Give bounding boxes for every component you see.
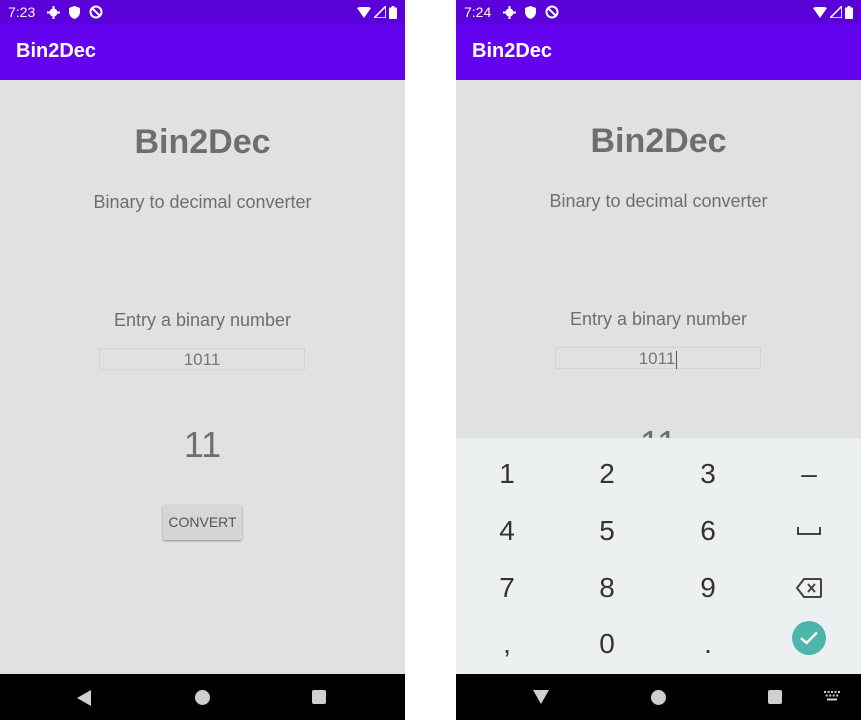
- binary-input-value: 1011: [183, 350, 221, 369]
- app-bar-title: Bin2Dec: [472, 40, 553, 62]
- status-time: 7:24: [464, 4, 492, 20]
- key-comma[interactable]: ,: [457, 616, 557, 672]
- battery-icon: [389, 5, 397, 19]
- settings-icon: [503, 5, 517, 19]
- backspace-icon: [796, 578, 822, 598]
- key-5[interactable]: 5: [557, 503, 657, 559]
- status-time: 7:23: [8, 4, 36, 20]
- key-3[interactable]: 3: [658, 446, 758, 502]
- key-2[interactable]: 2: [557, 446, 657, 502]
- vpn-icon: [545, 5, 559, 19]
- binary-input[interactable]: 1011: [555, 347, 761, 369]
- app-bar: Bin2Dec: [0, 24, 405, 80]
- key-period[interactable]: .: [658, 616, 758, 672]
- binary-input-value: 1011: [638, 349, 676, 368]
- key-0[interactable]: 0: [557, 616, 657, 672]
- status-bar: 7:23: [0, 0, 405, 24]
- key-backspace[interactable]: [759, 560, 859, 616]
- status-bar: 7:24: [456, 0, 861, 24]
- navigation-bar: [456, 674, 861, 720]
- home-icon[interactable]: [195, 690, 210, 705]
- key-7[interactable]: 7: [457, 560, 557, 616]
- input-prompt: Entry a binary number: [569, 309, 748, 329]
- shield-icon: [69, 5, 81, 19]
- signal-icon: [830, 6, 842, 18]
- space-icon: [797, 527, 821, 535]
- key-1[interactable]: 1: [457, 446, 557, 502]
- keyboard-switch-icon[interactable]: [824, 691, 840, 701]
- recents-icon[interactable]: [768, 690, 782, 704]
- shield-icon: [525, 5, 537, 19]
- numeric-keyboard: 1 2 3 – 4 5 6 7 8 9 , 0 .: [456, 438, 861, 674]
- battery-icon: [845, 5, 853, 19]
- settings-icon: [47, 5, 61, 19]
- app-bar: Bin2Dec: [456, 24, 861, 80]
- key-8[interactable]: 8: [557, 560, 657, 616]
- recents-icon[interactable]: [312, 690, 326, 704]
- wifi-icon: [357, 6, 371, 18]
- decimal-result: 11: [183, 424, 222, 465]
- key-done[interactable]: [759, 610, 859, 666]
- key-6[interactable]: 6: [658, 503, 758, 559]
- input-prompt: Entry a binary number: [113, 310, 292, 330]
- convert-button[interactable]: CONVERT: [163, 505, 242, 540]
- wifi-icon: [813, 6, 827, 18]
- navigation-bar: [0, 674, 405, 720]
- check-icon: [800, 631, 818, 645]
- app-bar-title: Bin2Dec: [16, 40, 97, 62]
- home-icon[interactable]: [651, 690, 666, 705]
- signal-icon: [374, 6, 386, 18]
- page-subtitle: Binary to decimal converter: [549, 191, 768, 211]
- key-9[interactable]: 9: [658, 560, 758, 616]
- phone-screen-right: 7:24 Bin2Dec Bin2Dec Binary to decimal c…: [456, 0, 861, 720]
- page-title: Bin2Dec: [134, 123, 271, 161]
- vpn-icon: [89, 5, 103, 19]
- page-title: Bin2Dec: [590, 122, 727, 160]
- keyboard-hide-icon[interactable]: [533, 690, 549, 704]
- back-icon[interactable]: [77, 690, 91, 706]
- key-4[interactable]: 4: [457, 503, 557, 559]
- key-minus[interactable]: –: [759, 446, 859, 502]
- binary-input[interactable]: 1011: [99, 348, 305, 370]
- key-space[interactable]: [759, 503, 859, 559]
- text-cursor: [676, 350, 678, 369]
- phone-screen-left: 7:23 Bin2Dec Bin2Dec Binary to decimal c…: [0, 0, 405, 720]
- page-subtitle: Binary to decimal converter: [93, 192, 312, 212]
